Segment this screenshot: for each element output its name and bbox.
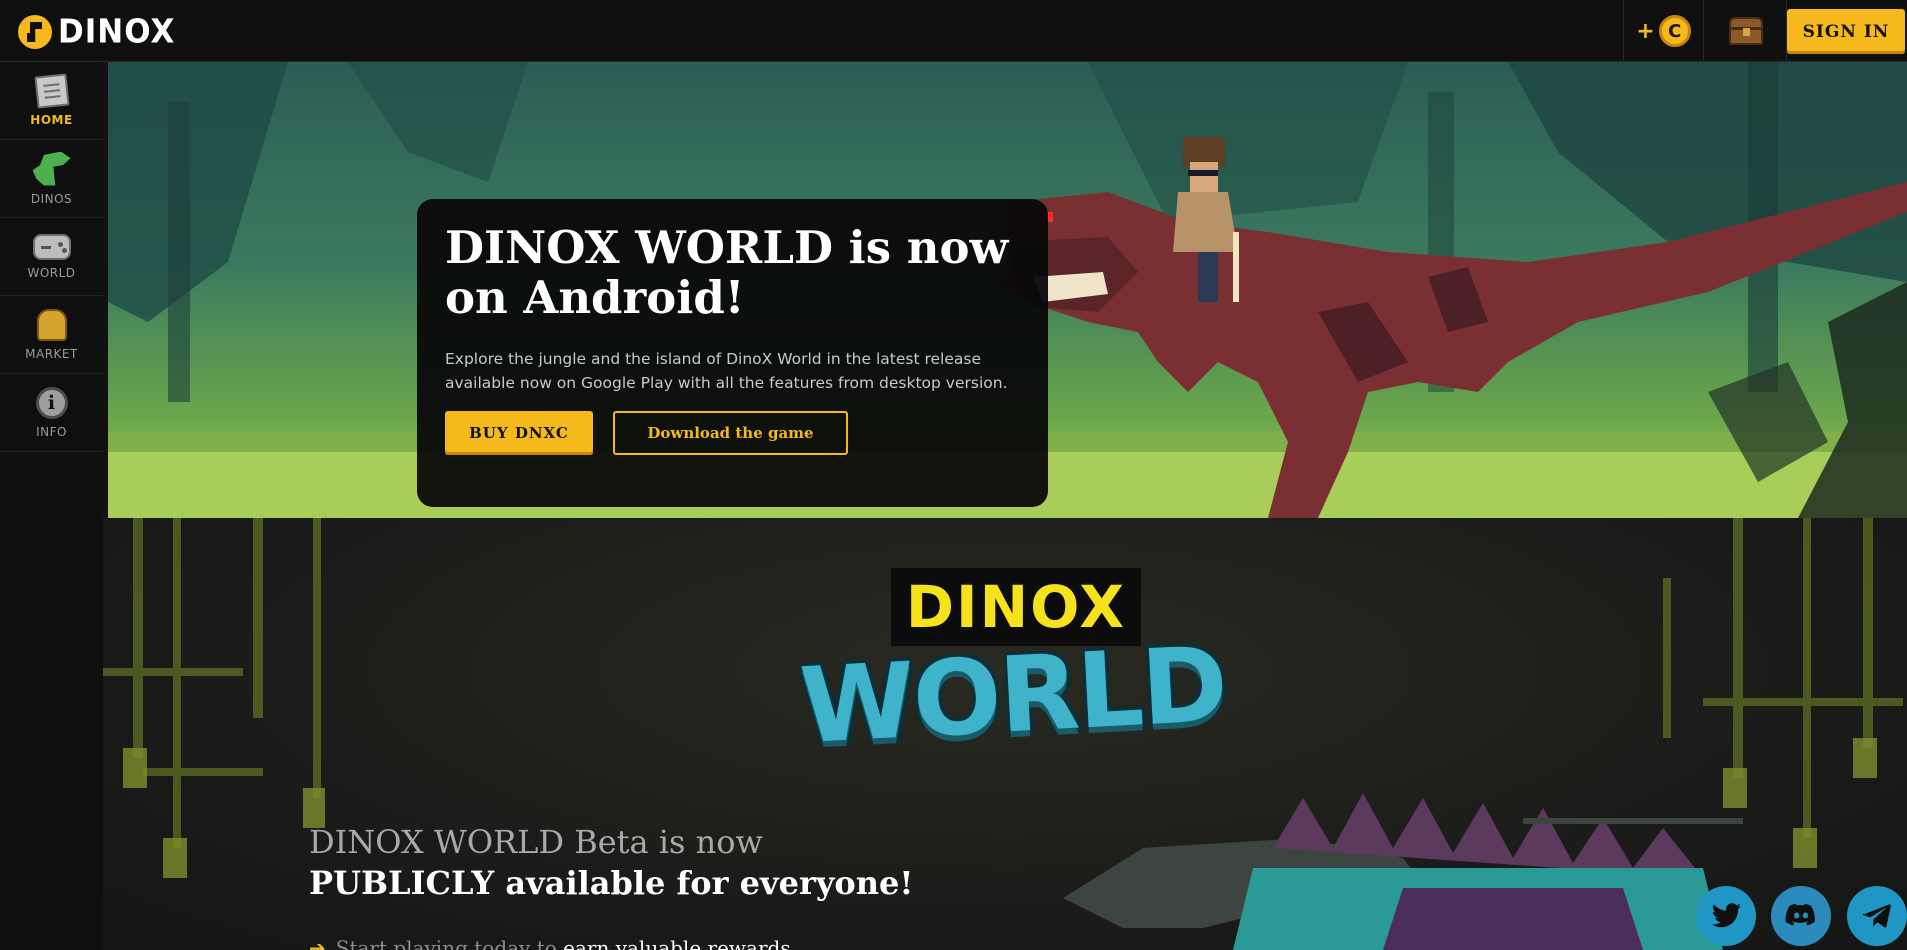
discord-link[interactable] (1771, 886, 1831, 946)
brand-logo[interactable]: DINOX (18, 13, 176, 51)
inventory-chest-button[interactable] (1705, 0, 1787, 62)
plus-icon: + (1636, 18, 1655, 44)
sidebar: HOME DINOS WORLD MARKET i INFO (0, 62, 103, 950)
twitter-link[interactable] (1696, 886, 1756, 946)
sidebar-item-home[interactable]: HOME (0, 62, 103, 140)
beta-heading-line1: DINOX WORLD Beta is now (309, 823, 763, 861)
start-playing-text: ➔ Start playing today to earn valuable re… (309, 936, 791, 950)
world-beta-section: DINOX WORLD DINOX WORLD Beta is now PUBL… (103, 518, 1907, 950)
sidebar-item-label: HOME (30, 112, 73, 127)
market-bag-icon (36, 308, 67, 341)
sign-in-button[interactable]: SIGN IN (1787, 9, 1905, 54)
buy-dnxc-button[interactable]: BUY DNXC (445, 411, 593, 455)
telegram-icon (1862, 904, 1891, 928)
sidebar-item-info[interactable]: i INFO (0, 374, 103, 452)
coin-icon: C (1658, 15, 1691, 47)
telegram-link[interactable] (1847, 886, 1907, 946)
dinox-world-logo: DINOX WORLD (783, 568, 1243, 768)
brand-name: DINOX (58, 13, 176, 51)
hero-actions: BUY DNXC Download the game (445, 411, 1020, 455)
gamepad-icon (32, 233, 71, 260)
logo-world-text: WORLD (797, 622, 1229, 768)
sidebar-item-label: MARKET (25, 346, 78, 361)
home-book-icon (33, 72, 70, 109)
twitter-icon (1711, 903, 1741, 928)
start-highlight: earn valuable rewards (563, 936, 791, 950)
beta-heading-line2: PUBLICLY available for everyone! (309, 864, 914, 902)
start-prefix: Start playing today to (335, 936, 564, 950)
sidebar-item-label: INFO (36, 424, 67, 439)
hero-banner: DINOX WORLD is now on Android! Explore t… (108, 62, 1907, 518)
hero-card: DINOX WORLD is now on Android! Explore t… (417, 199, 1048, 507)
sidebar-item-label: DINOS (30, 191, 73, 206)
sidebar-item-label: WORLD (27, 265, 76, 280)
sidebar-item-dinos[interactable]: DINOS (0, 140, 103, 218)
sidebar-item-world[interactable]: WORLD (0, 218, 103, 296)
hero-description: Explore the jungle and the island of Din… (445, 350, 1008, 392)
dino-icon (32, 151, 71, 186)
download-game-button[interactable]: Download the game (613, 411, 848, 455)
buy-coins-button[interactable]: + C (1623, 0, 1704, 62)
info-icon: i (35, 386, 68, 419)
dino-logo-icon (18, 15, 52, 49)
discord-icon (1785, 903, 1815, 926)
top-navbar: DINOX + C SIGN IN (0, 0, 1907, 62)
sidebar-item-market[interactable]: MARKET (0, 296, 103, 374)
arrow-right-icon: ➔ (309, 936, 326, 950)
treasure-chest-icon (1728, 17, 1763, 45)
hero-title: DINOX WORLD is now on Android! (445, 221, 1009, 324)
